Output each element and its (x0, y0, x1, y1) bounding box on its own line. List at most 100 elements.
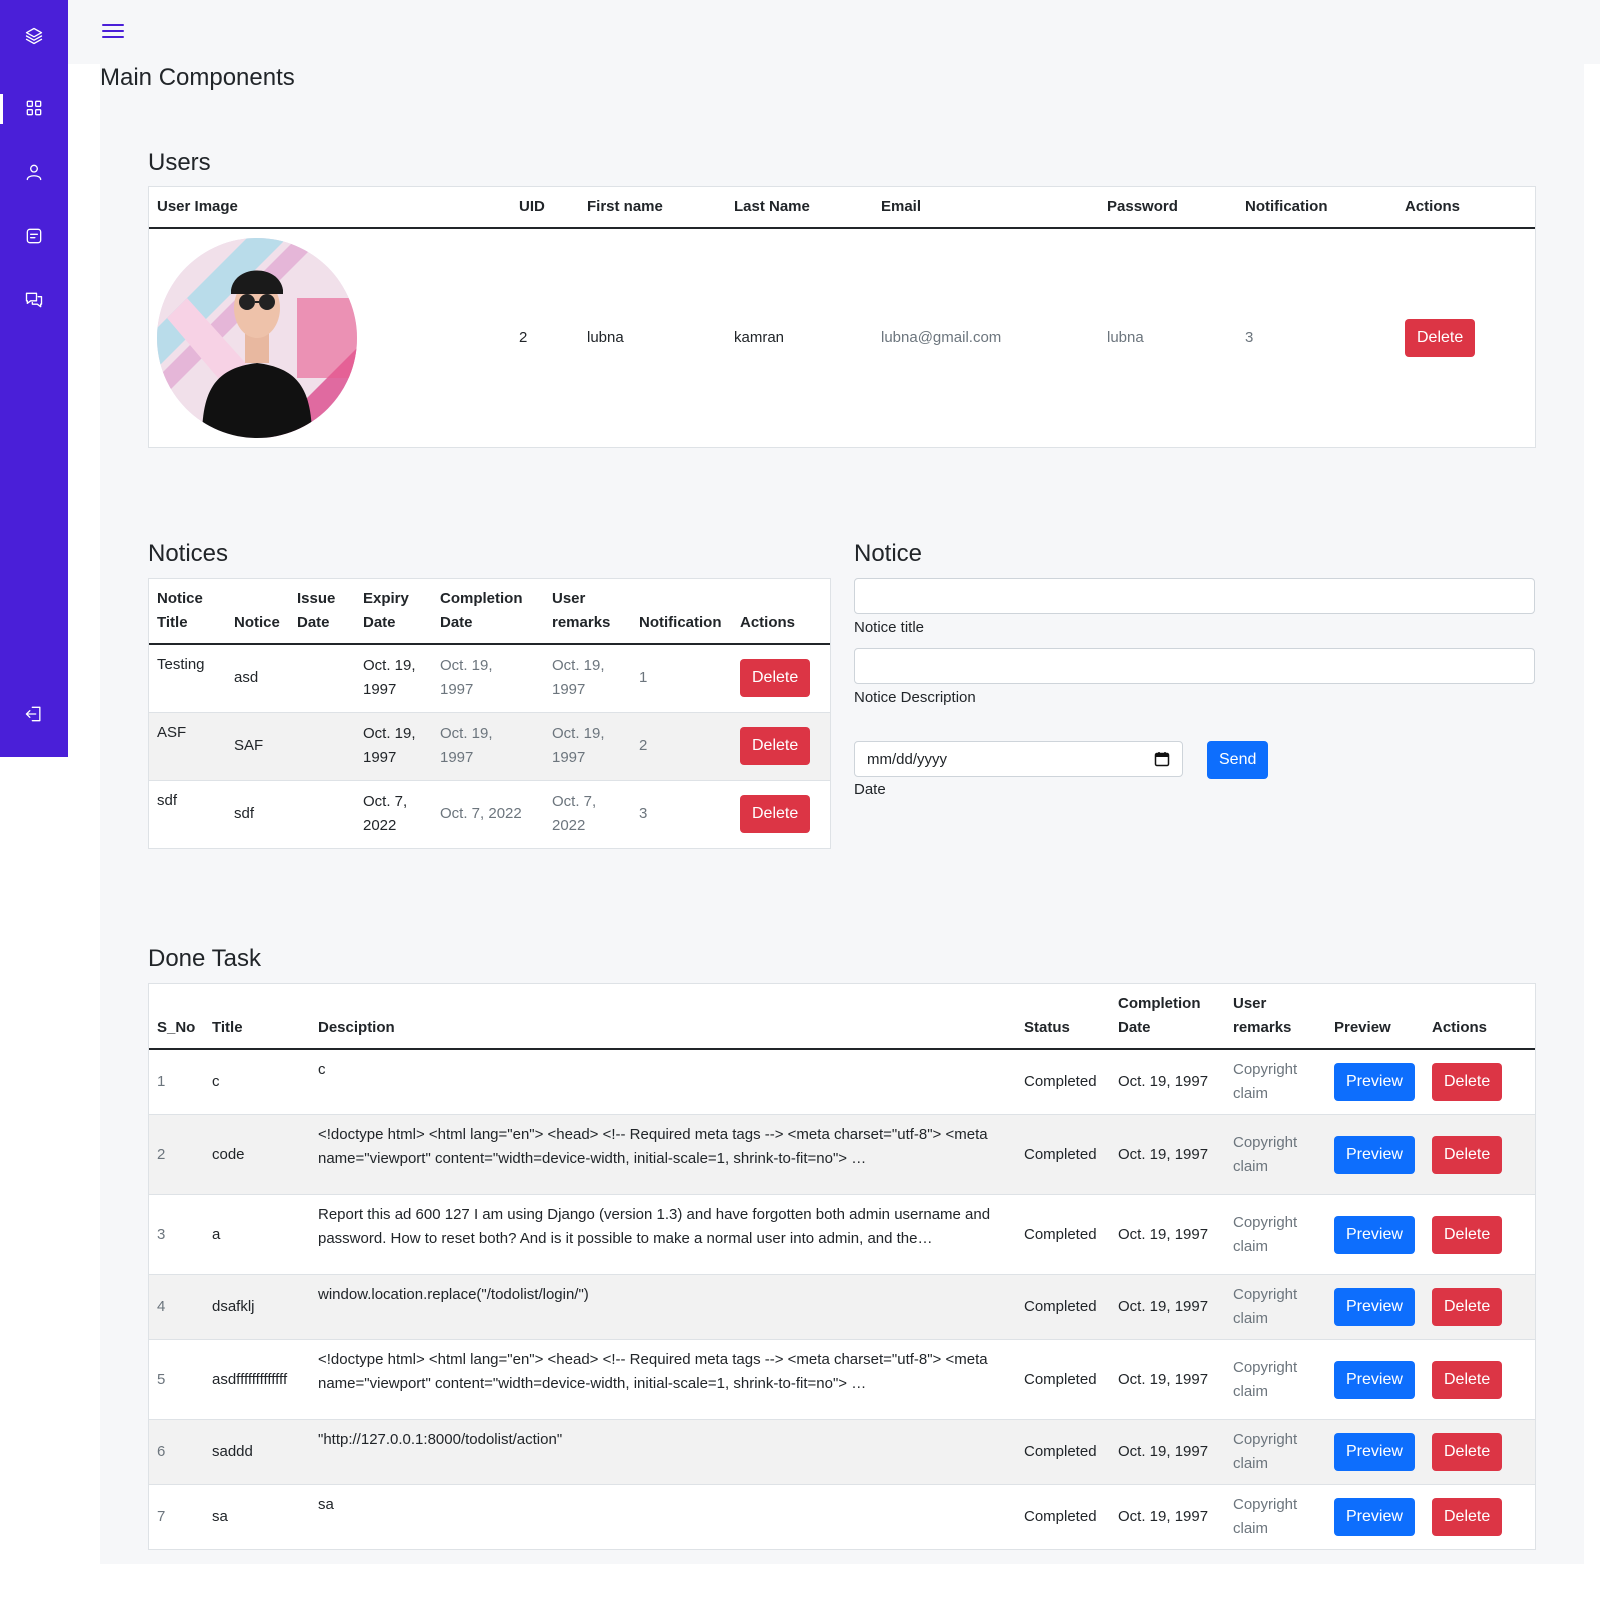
col-header: Password (1099, 187, 1237, 229)
notice-description-input[interactable] (854, 648, 1535, 684)
table-row: 2 lubna kamran lubna@gmail.com lubna 3 D… (149, 228, 1535, 447)
task-status: Completed (1016, 1419, 1110, 1485)
notice-remarks: Oct. 7, (552, 793, 597, 811)
table-row: 2 code <!doctype html> <html lang="en"> <h… (149, 1114, 1535, 1195)
notice-issue-cell (289, 711, 355, 780)
user-icon[interactable] (0, 152, 68, 192)
notice-form-title: Notice (854, 540, 923, 567)
sidebar (0, 0, 68, 757)
date-input[interactable]: mm/dd/yyyy (854, 741, 1183, 777)
col-header: Date (1118, 1019, 1151, 1036)
task-completion-date: Oct. 19, 1997 (1110, 1274, 1225, 1340)
task-remarks: claim (1233, 1237, 1269, 1255)
notes-icon[interactable] (0, 216, 68, 256)
col-header: First name (579, 187, 726, 229)
notice-title-cell: Testing (157, 656, 205, 673)
preview-button[interactable]: Preview (1334, 1288, 1415, 1326)
col-header: User (1233, 995, 1267, 1012)
col-header: User Image (149, 187, 511, 229)
task-completion-date: Oct. 19, 1997 (1110, 1484, 1225, 1549)
user-last-name: kamran (734, 329, 785, 346)
logout-icon[interactable] (0, 694, 68, 734)
task-status: Completed (1016, 1114, 1110, 1195)
send-button[interactable]: Send (1207, 741, 1269, 779)
notice-title-label: Notice title (854, 619, 925, 636)
task-status: Completed (1016, 1484, 1110, 1549)
col-header: Completion (440, 590, 523, 607)
delete-task-button[interactable]: Delete (1432, 1215, 1503, 1254)
preview-button[interactable]: Preview (1334, 1215, 1415, 1254)
notice-remarks: 1997 (552, 681, 586, 699)
notice-expiry: 2022 (363, 817, 397, 835)
task-remarks: Copyright (1233, 1213, 1298, 1231)
col-header: Notice (157, 590, 203, 607)
task-completion-date: Oct. 19, 1997 (1110, 1339, 1225, 1420)
calendar-icon[interactable] (1154, 751, 1170, 767)
col-header: Title (157, 614, 188, 631)
task-description: sa (310, 1484, 1016, 1549)
delete-task-button[interactable]: Delete (1432, 1063, 1503, 1101)
date-label: Date (854, 781, 886, 798)
notice-title-input[interactable] (854, 578, 1535, 614)
preview-button[interactable]: Preview (1334, 1433, 1415, 1471)
preview-button[interactable]: Preview (1334, 1498, 1415, 1536)
delete-notice-button[interactable]: Delete (740, 727, 811, 765)
task-remarks: Copyright (1233, 1496, 1298, 1513)
task-title: dsafklj (204, 1274, 310, 1340)
col-header: Preview (1326, 984, 1424, 1050)
avatar (157, 238, 357, 438)
notices-title: Notices (148, 540, 229, 567)
notice-remarks: Oct. 19, (552, 725, 605, 742)
delete-notice-button[interactable]: Delete (740, 795, 811, 834)
task-sno: 4 (149, 1274, 204, 1340)
task-description: <!doctype html> <html lang="en"> <head> … (310, 1339, 1016, 1420)
col-header: Actions (1397, 187, 1535, 229)
task-title: c (212, 1073, 220, 1090)
task-sno: 5 (149, 1339, 204, 1420)
notice-text-cell: sdf (226, 779, 289, 848)
users-title: Users (148, 149, 211, 176)
layers-icon[interactable] (0, 16, 68, 56)
task-remarks: Copyright (1233, 1061, 1298, 1078)
task-sno: 6 (149, 1419, 204, 1485)
notice-text-cell: asd (234, 669, 259, 687)
col-header: Actions (1424, 984, 1535, 1050)
date-placeholder: mm/dd/yyyy (867, 750, 948, 768)
notice-title-cell: sdf (149, 779, 226, 848)
col-header: Date (440, 614, 473, 631)
chat-icon[interactable] (0, 280, 68, 320)
notice-description-label: Notice Description (854, 689, 976, 706)
notice-notification: 1 (639, 669, 648, 687)
col-header: Issue (297, 590, 336, 607)
delete-task-button[interactable]: Delete (1432, 1498, 1503, 1536)
table-row: 7 sa sa Completed Oct. 19, 1997 Copyright clai… (149, 1484, 1535, 1549)
page-title: Main Components (100, 64, 295, 91)
delete-task-button[interactable]: Delete (1432, 1135, 1503, 1174)
task-remarks: Copyright (1233, 1431, 1298, 1448)
preview-button[interactable]: Preview (1334, 1063, 1415, 1101)
preview-button[interactable]: Preview (1334, 1135, 1415, 1174)
task-sno: 1 (157, 1073, 166, 1090)
table-row: 5 asdfffffffffffff <!doctype html> <html l… (149, 1339, 1535, 1420)
delete-user-button[interactable]: Delete (1405, 319, 1476, 357)
delete-notice-button[interactable]: Delete (740, 659, 811, 698)
task-completion-date: Oct. 19, 1997 (1110, 1114, 1225, 1195)
task-status: Completed (1024, 1073, 1097, 1090)
task-remarks: claim (1233, 1382, 1269, 1400)
col-header: Expiry (363, 590, 409, 607)
task-status: Completed (1016, 1274, 1110, 1340)
task-remarks: claim (1233, 1085, 1269, 1102)
task-status: Completed (1016, 1339, 1110, 1420)
delete-task-button[interactable]: Delete (1432, 1360, 1503, 1399)
user-uid: 2 (519, 329, 528, 346)
user-photo (157, 238, 357, 438)
delete-task-button[interactable]: Delete (1432, 1433, 1503, 1471)
task-status: Completed (1016, 1194, 1110, 1275)
task-description: c (318, 1061, 326, 1078)
dashboard-icon[interactable] (0, 88, 68, 128)
menu-toggle-icon[interactable] (102, 20, 124, 40)
preview-button[interactable]: Preview (1334, 1360, 1415, 1399)
task-sno: 7 (149, 1484, 204, 1549)
delete-task-button[interactable]: Delete (1432, 1288, 1503, 1326)
task-title: a (204, 1194, 310, 1275)
